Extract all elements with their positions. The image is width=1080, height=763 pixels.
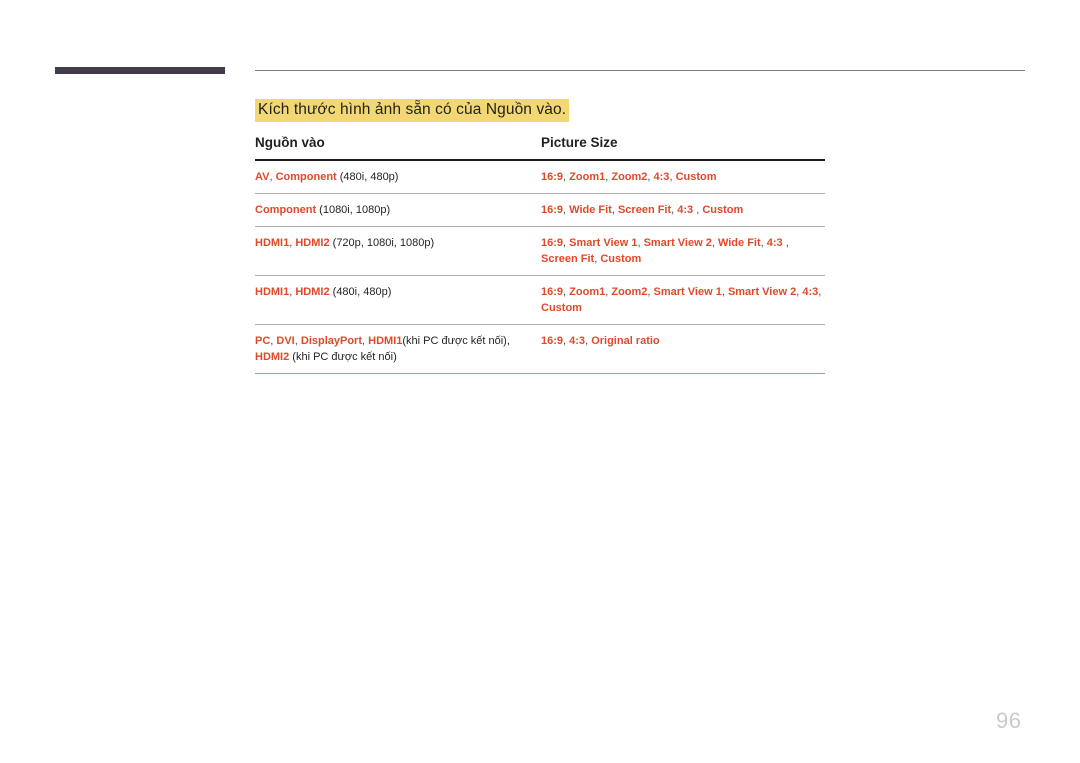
- column-header-picture-size: Picture Size: [541, 135, 618, 150]
- table-cell-source: HDMI1, HDMI2 (480i, 480p): [255, 284, 541, 316]
- picture-size-value: 16:9, Smart View 1, Smart View 2, Wide F…: [541, 237, 789, 265]
- table-cell-source: HDMI1, HDMI2 (720p, 1080i, 1080p): [255, 235, 541, 267]
- table-row: HDMI1, HDMI2 (720p, 1080i, 1080p) 16:9, S…: [255, 227, 825, 275]
- table-cell-picture-size: 16:9, Zoom1, Zoom2, Smart View 1, Smart …: [541, 284, 825, 316]
- section-title-container: Kích thước hình ảnh sẵn có của Nguồn vào…: [255, 99, 570, 122]
- table-header-cell-picture-size: Picture Size: [541, 134, 825, 151]
- table-body: AV, Component (480i, 480p) 16:9, Zoom1, Z…: [255, 161, 825, 374]
- table-cell-picture-size: 16:9, Wide Fit, Screen Fit, 4:3 , Custom: [541, 202, 825, 218]
- column-header-source: Nguồn vào: [255, 135, 325, 150]
- table-cell-source: AV, Component (480i, 480p): [255, 169, 541, 185]
- table-cell-picture-size: 16:9, Smart View 1, Smart View 2, Wide F…: [541, 235, 825, 267]
- table-row: HDMI1, HDMI2 (480i, 480p) 16:9, Zoom1, Zo…: [255, 276, 825, 324]
- source-value: AV, Component (480i, 480p): [255, 171, 399, 183]
- header-rule: [255, 70, 1025, 71]
- table-cell-source: PC, DVI, DisplayPort, HDMI1(khi PC được …: [255, 333, 541, 365]
- table-header-cell-source: Nguồn vào: [255, 134, 541, 151]
- picture-size-value: 16:9, Wide Fit, Screen Fit, 4:3 , Custom: [541, 204, 744, 216]
- source-value: HDMI1, HDMI2 (720p, 1080i, 1080p): [255, 237, 435, 249]
- page-number: 96: [996, 708, 1022, 733]
- table-head: Nguồn vào Picture Size: [255, 134, 825, 161]
- source-value: PC, DVI, DisplayPort, HDMI1(khi PC được …: [255, 335, 510, 363]
- table-bottom-rule: [255, 373, 825, 374]
- table-header-row: Nguồn vào Picture Size: [255, 134, 825, 159]
- section-title: Kích thước hình ảnh sẵn có của Nguồn vào…: [255, 99, 570, 122]
- header-accent-bar: [55, 67, 225, 74]
- table-row: Component (1080i, 1080p) 16:9, Wide Fit, …: [255, 194, 825, 226]
- table-cell-picture-size: 16:9, Zoom1, Zoom2, 4:3, Custom: [541, 169, 825, 185]
- picture-size-table: Nguồn vào Picture Size AV, Component (48…: [255, 134, 825, 374]
- picture-size-value: 16:9, Zoom1, Zoom2, 4:3, Custom: [541, 171, 717, 183]
- picture-size-value: 16:9, 4:3, Original ratio: [541, 335, 660, 347]
- table-row: AV, Component (480i, 480p) 16:9, Zoom1, Z…: [255, 161, 825, 193]
- source-value: HDMI1, HDMI2 (480i, 480p): [255, 286, 392, 298]
- picture-size-value: 16:9, Zoom1, Zoom2, Smart View 1, Smart …: [541, 286, 822, 314]
- table-row: PC, DVI, DisplayPort, HDMI1(khi PC được …: [255, 325, 825, 373]
- table-cell-picture-size: 16:9, 4:3, Original ratio: [541, 333, 825, 365]
- source-value: Component (1080i, 1080p): [255, 204, 391, 216]
- table-cell-source: Component (1080i, 1080p): [255, 202, 541, 218]
